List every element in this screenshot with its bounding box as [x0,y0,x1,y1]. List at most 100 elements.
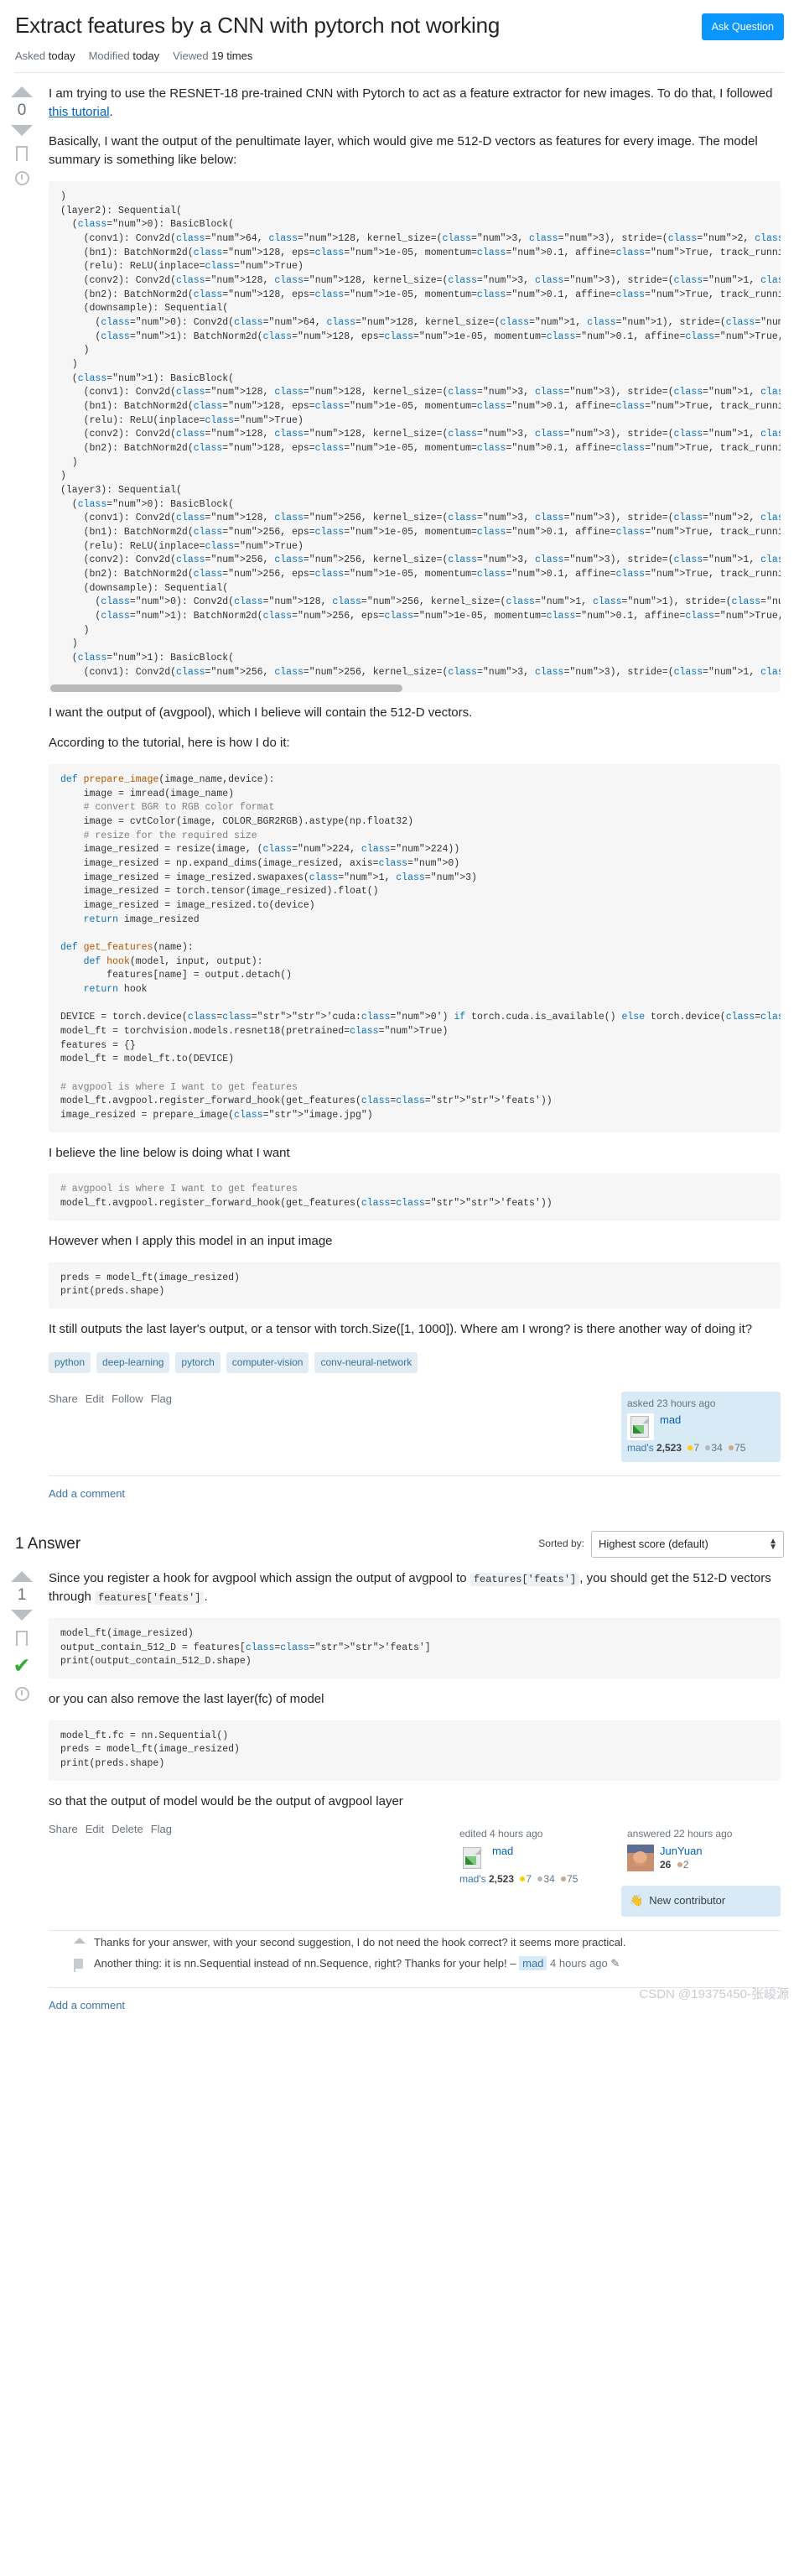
upvote-arrow-icon[interactable] [11,86,33,97]
asked-time: asked 23 hours ago [627,1397,716,1409]
waving-hand-icon: 👋 [630,1893,644,1907]
answer-flag-link[interactable]: Flag [151,1822,172,1838]
comment-text-1: Thanks for your answer, with your second… [94,1935,626,1949]
answer-paragraph-1-tail: . [204,1590,208,1605]
sort-select-value: Highest score (default) [599,1537,708,1550]
answer-edit-link[interactable]: Edit [86,1822,104,1838]
author-username[interactable]: JunYuan [660,1845,703,1858]
code-horizontal-scrollbar[interactable] [49,684,781,693]
answer-editor-card[interactable]: edited 4 hours ago mad mad's 2,523 7 34 … [454,1822,613,1892]
answer-post-footer: Share Edit Delete Flag edited 4 hours ag… [49,1822,781,1917]
question-vote-count: 0 [17,101,27,119]
editor-gold-badge-icon [520,1876,526,1881]
asker-reputation-row: mad's 2,523 7 34 75 [627,1441,775,1455]
sort-controls: Sorted by: Highest score (default) ▲ ▼ [538,1530,784,1559]
silver-badge-count: 34 [711,1442,723,1455]
answer-bookmark-icon[interactable] [16,1631,31,1654]
inline-code-features-feats-2: features['feats'] [95,1591,205,1605]
answer-history-clock-icon[interactable] [14,1687,29,1702]
asker-username[interactable]: mad [660,1413,681,1427]
flag-link[interactable]: Flag [151,1392,172,1408]
comment-flag-icon[interactable] [74,1956,86,1972]
tutorial-link[interactable]: this tutorial [49,105,110,119]
answer-paragraph-1: Since you register a hook for avgpool wh… [49,1569,781,1606]
answer-code-block-1[interactable]: model_ft(image_resized) output_contain_5… [49,1617,781,1678]
answer-paragraph-2: or you can also remove the last layer(fc… [49,1691,324,1706]
question-paragraph-6: However when I apply this model in an in… [49,1233,333,1248]
author-bronze-badge-icon [677,1862,682,1868]
history-clock-icon[interactable] [14,170,29,185]
question-paragraph-2: Basically, I want the output of the penu… [49,134,758,168]
answer-downvote-arrow-icon[interactable] [11,1610,33,1621]
question-code-block-3[interactable]: preds = model_ft(image_resized) print(pr… [49,1262,781,1309]
author-reputation-row: 26 2 [660,1858,703,1872]
answer-delete-link[interactable]: Delete [112,1822,143,1838]
bronze-badge-count: 75 [734,1442,746,1455]
follow-link[interactable]: Follow [112,1392,143,1408]
bronze-badge-icon [729,1445,734,1451]
answers-header: 1 Answer Sorted by: Highest score (defau… [0,1517,799,1559]
model-summary-code-block[interactable]: ) (layer2): Sequential( (class="num">0):… [49,180,781,685]
answer-share-link[interactable]: Share [49,1822,78,1838]
sort-select[interactable]: Highest score (default) ▲ ▼ [591,1530,784,1559]
meta-viewed: Viewed 19 times [173,49,252,65]
watermark: CSDN @19375450-张峻源 [639,1987,789,2002]
editor-reputation-row: mad's 2,523 7 34 75 [459,1872,607,1886]
answer-upvote-arrow-icon[interactable] [11,1571,33,1583]
editor-bronze-badge-icon [561,1876,567,1881]
comment-2-body: Another thing: it is nn.Sequential inste… [94,1956,516,1970]
author-reputation: 26 [660,1859,672,1871]
tag-conv-neural-network[interactable]: conv-neural-network [314,1351,418,1373]
answer-comment-list: Thanks for your answer, with your second… [49,1933,781,1975]
gold-badge-icon [687,1445,693,1451]
avatar[interactable] [627,1413,654,1441]
author-bronze-badge-count: 2 [682,1859,689,1871]
answer-author-card[interactable]: answered 22 hours ago JunYuan 26 2 [621,1822,781,1878]
asker-reputation: 2,523 [656,1442,682,1455]
author-avatar[interactable] [627,1844,654,1871]
answer-count-label: 1 Answer [15,1535,81,1553]
inline-code-features-feats-1: features['feats'] [470,1573,580,1587]
downvote-arrow-icon[interactable] [11,124,33,136]
question-asker-card[interactable]: asked 23 hours ago mad mad's 2,523 7 34 … [621,1391,781,1462]
tag-computer-vision[interactable]: computer-vision [226,1351,309,1373]
answered-time: answered 22 hours ago [627,1828,733,1840]
question-meta: Asked today Modified today Viewed 19 tim… [15,40,784,72]
question-post-footer: Share Edit Follow Flag asked 23 hours ag… [49,1391,781,1462]
editor-silver-badge-count: 34 [543,1872,555,1885]
accepted-answer-check-icon[interactable]: ✔ [13,1656,31,1677]
editor-username[interactable]: mad [492,1845,513,1858]
question-add-comment-link[interactable]: Add a comment [49,1476,781,1517]
stackoverflow-question-page: Extract features by a CNN with pytorch n… [0,0,799,2029]
meta-modified-value: today [132,49,160,62]
comment-upvote-icon[interactable] [74,1935,86,1944]
editor-avatar[interactable] [459,1844,486,1871]
question-code-block-2[interactable]: # avgpool is where I want to get feature… [49,1174,781,1220]
question-main-code-block[interactable]: def prepare_image(image_name,device): im… [49,763,781,1132]
answer-actions: Share Edit Delete Flag [49,1822,172,1838]
answer-author-column: answered 22 hours ago JunYuan 26 2 👋 New… [621,1822,781,1917]
edit-pencil-icon[interactable]: ✎ [610,1957,620,1970]
tag-deep-learning[interactable]: deep-learning [96,1351,170,1373]
tag-python[interactable]: python [49,1351,91,1373]
question-body: I am trying to use the RESNET-18 pre-tra… [40,83,784,1517]
answer-code-block-2[interactable]: model_ft.fc = nn.Sequential() preds = mo… [49,1720,781,1781]
meta-modified: Modified today [89,49,160,65]
answer-body: Since you register a hook for avgpool wh… [40,1568,784,2029]
bookmark-icon[interactable] [16,145,31,169]
meta-asked-label: Asked [15,49,46,62]
answer-post: 1 ✔ Since you register a hook for avgpoo… [0,1558,799,2029]
edit-link[interactable]: Edit [86,1392,104,1408]
question-paragraph-1-text: I am trying to use the RESNET-18 pre-tra… [49,86,773,101]
silver-badge-icon [705,1445,711,1451]
scrollbar-thumb[interactable] [50,684,402,693]
edited-time: edited 4 hours ago [459,1828,543,1840]
comment-2-author[interactable]: mad [519,1955,547,1970]
ask-question-button[interactable]: Ask Question [701,13,784,40]
page-title: Extract features by a CNN with pytorch n… [15,13,501,38]
share-link[interactable]: Share [49,1392,78,1408]
tag-pytorch[interactable]: pytorch [175,1351,221,1373]
answer-vote-count: 1 [17,1586,27,1605]
question-tag-list: python deep-learning pytorch computer-vi… [49,1351,781,1373]
question-post: 0 I am trying to use the RESNET-18 pre-t… [0,73,799,1517]
